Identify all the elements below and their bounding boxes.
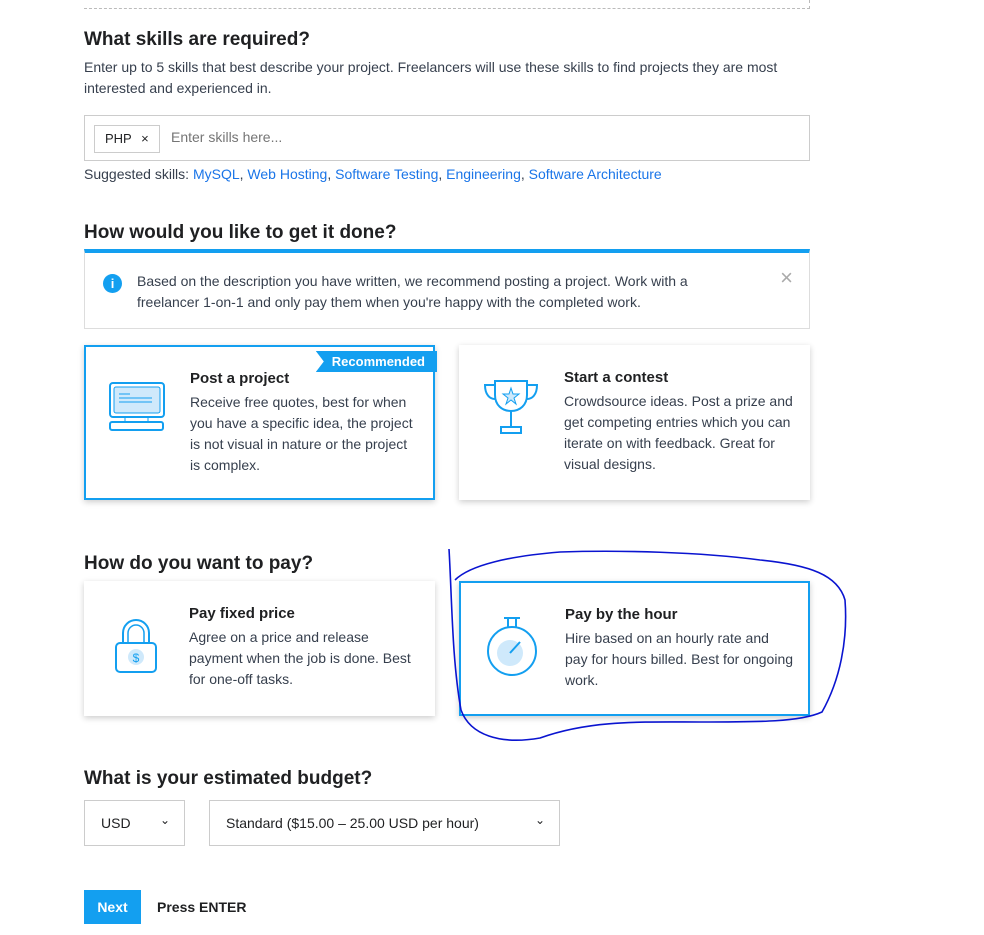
close-icon[interactable]: × <box>780 265 793 291</box>
info-text: Based on the description you have writte… <box>137 273 688 310</box>
pay-fixed-card[interactable]: $ Pay fixed price Agree on a price and r… <box>84 581 435 716</box>
skill-tag-label: PHP <box>105 131 132 146</box>
skill-tag: PHP × <box>94 125 160 153</box>
suggested-skill[interactable]: Engineering <box>446 166 521 182</box>
pay-hourly-card[interactable]: Pay by the hour Hire based on an hourly … <box>459 581 810 716</box>
chevron-down-icon: ⌄ <box>534 813 545 827</box>
card-title: Start a contest <box>564 369 669 386</box>
stopwatch-icon <box>487 617 537 676</box>
card-description: Crowdsource ideas. Post a prize and get … <box>564 393 793 472</box>
next-button[interactable]: Next <box>84 890 141 924</box>
recommended-badge: Recommended <box>315 351 437 372</box>
padlock-icon: $ <box>115 619 157 673</box>
start-contest-card[interactable]: Start a contest Crowdsource ideas. Post … <box>459 345 810 500</box>
computer-icon <box>109 382 165 431</box>
suggested-skill[interactable]: Web Hosting <box>247 166 327 182</box>
suggested-label: Suggested skills: <box>84 166 190 182</box>
suggested-skill[interactable]: Software Architecture <box>529 166 662 182</box>
budget-title: What is your estimated budget? <box>84 768 373 789</box>
skills-input[interactable]: PHP × <box>84 115 810 161</box>
skills-text-input[interactable] <box>169 128 573 146</box>
currency-value: USD <box>101 815 131 831</box>
method-title: How would you like to get it done? <box>84 222 397 243</box>
card-title: Pay fixed price <box>189 605 295 622</box>
card-description: Receive free quotes, best for when you h… <box>190 394 413 473</box>
info-banner: i Based on the description you have writ… <box>84 249 810 329</box>
info-icon: i <box>103 274 122 293</box>
card-title: Post a project <box>190 370 290 387</box>
budget-range-select[interactable]: Standard ($15.00 – 25.00 USD per hour) ⌄ <box>209 800 560 846</box>
card-title: Pay by the hour <box>565 606 678 623</box>
budget-range-value: Standard ($15.00 – 25.00 USD per hour) <box>226 815 479 831</box>
card-description: Hire based on an hourly rate and pay for… <box>565 630 794 688</box>
suggested-skill[interactable]: MySQL <box>193 166 240 182</box>
suggested-skill[interactable]: Software Testing <box>335 166 438 182</box>
card-description: Agree on a price and release payment whe… <box>189 629 411 687</box>
chevron-down-icon: ⌄ <box>159 813 170 827</box>
top-dashed-border <box>84 0 810 9</box>
pay-title: How do you want to pay? <box>84 553 314 574</box>
skills-title: What skills are required? <box>84 29 310 50</box>
trophy-icon <box>483 380 539 434</box>
currency-select[interactable]: USD ⌄ <box>84 800 185 846</box>
press-enter-hint: Press ENTER <box>157 899 247 915</box>
suggested-skills: Suggested skills: MySQL, Web Hosting, So… <box>84 166 662 182</box>
svg-text:$: $ <box>133 651 140 665</box>
remove-tag-icon[interactable]: × <box>141 131 149 146</box>
post-project-card[interactable]: Recommended Post a project Receive free … <box>84 345 437 500</box>
skills-description: Enter up to 5 skills that best describe … <box>84 59 778 96</box>
